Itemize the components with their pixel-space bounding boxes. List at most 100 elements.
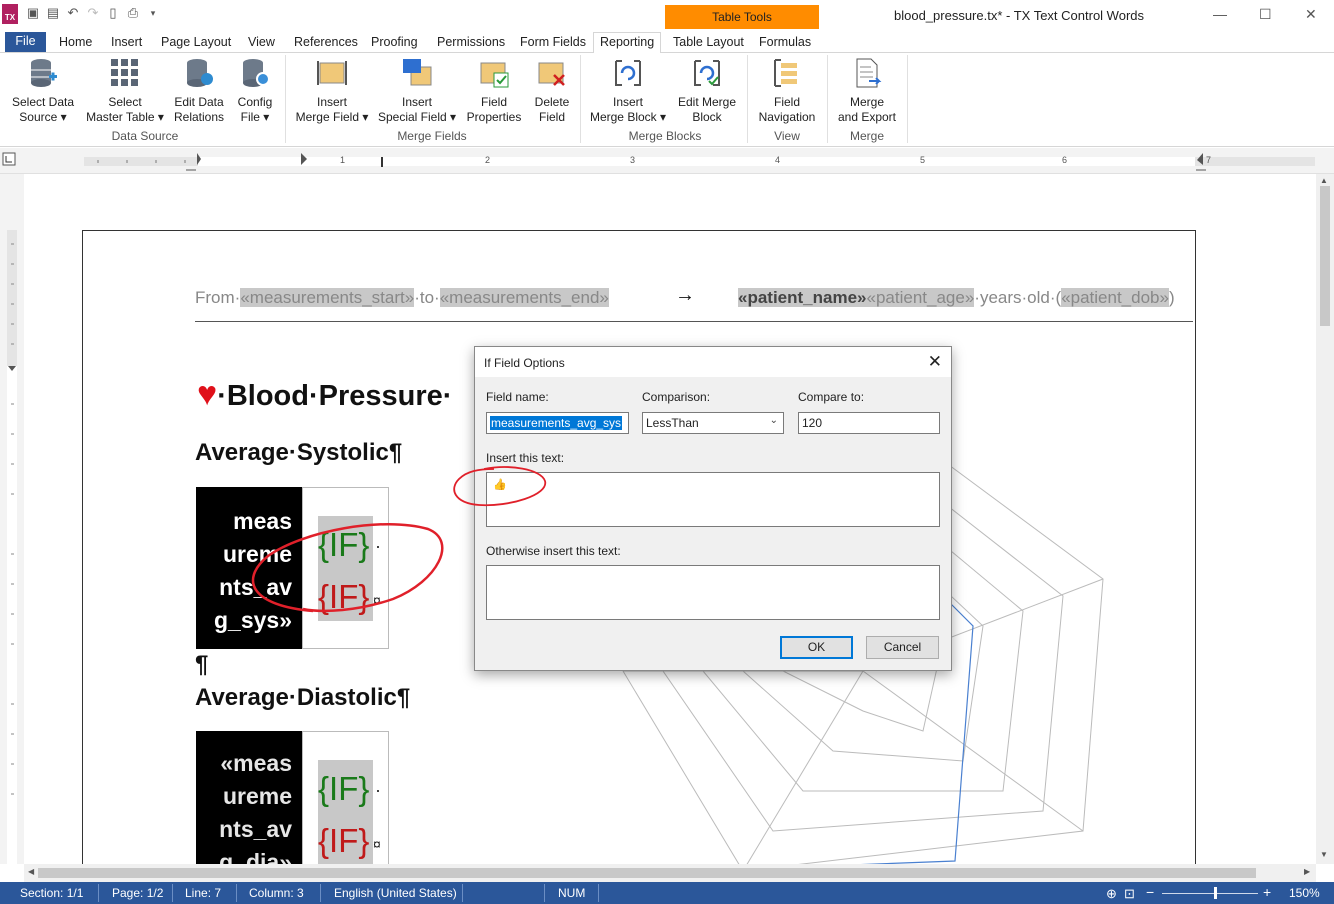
select-data-source-label-1: Select Data	[11, 95, 75, 109]
zoom-out-icon[interactable]: −	[1146, 884, 1154, 900]
select-data-source-button[interactable]: Select Data Source ▾	[10, 57, 76, 125]
status-separator	[462, 884, 463, 902]
group-separator	[285, 55, 286, 143]
maximize-icon[interactable]: ☐	[1259, 6, 1272, 23]
merge-field-patient-dob[interactable]: «patient_dob»	[1061, 288, 1169, 307]
delete-field-label-2: Field	[538, 110, 565, 124]
print-icon[interactable]: ⎙	[126, 6, 140, 20]
tab-view[interactable]: View	[242, 33, 281, 53]
ruler-number: 4	[775, 155, 780, 165]
zoom-slider-thumb[interactable]	[1214, 887, 1217, 899]
status-column[interactable]: Column: 3	[249, 886, 304, 900]
group-data-source-label: Data Source	[111, 129, 179, 143]
scroll-down-icon[interactable]: ▼	[1320, 850, 1328, 859]
customize-toolbar-icon[interactable]: ▾	[146, 6, 160, 20]
comparison-select[interactable]: LessThan ⌄	[642, 412, 784, 434]
field-navigation-button[interactable]: Field Navigation	[754, 57, 820, 125]
merge-field-measurements-start[interactable]: «measurements_start»	[240, 288, 415, 307]
merge-and-export-button[interactable]: Merge and Export	[834, 57, 900, 125]
title-bar: TX ▣ ▤ ↶ ↷ ▯ ⎙ ▾ Table Tools blood_press…	[0, 0, 1334, 30]
insert-special-field-button[interactable]: Insert Special Field ▾	[376, 57, 458, 125]
delete-field-button[interactable]: Delete Field	[530, 57, 574, 125]
from-label: From·	[195, 288, 241, 307]
annotation-circle	[453, 466, 546, 507]
tab-home[interactable]: Home	[53, 33, 98, 53]
select-master-table-button[interactable]: Select Master Table ▾	[84, 57, 166, 125]
status-line[interactable]: Line: 7	[185, 886, 221, 900]
horizontal-scroll-thumb[interactable]	[38, 868, 1256, 878]
group-separator	[827, 55, 828, 143]
merge-field-patient-age[interactable]: «patient_age»	[866, 288, 975, 307]
app-icon[interactable]: TX	[2, 4, 18, 24]
status-separator	[236, 884, 237, 902]
vertical-ruler[interactable]	[0, 174, 24, 864]
grid-icon	[109, 57, 141, 89]
zoom-slider-track[interactable]	[1162, 893, 1258, 894]
zoom-level[interactable]: 150%	[1289, 886, 1320, 900]
vertical-scrollbar[interactable]: ▲ ▼	[1316, 174, 1334, 864]
close-window-icon[interactable]: ✕	[1305, 6, 1317, 23]
field-line: g_dia»	[219, 849, 292, 864]
redo-icon[interactable]: ↷	[86, 6, 100, 20]
config-file-button[interactable]: Config File ▾	[232, 57, 278, 125]
window-title: blood_pressure.tx* - TX Text Control Wor…	[894, 8, 1145, 23]
tab-formulas[interactable]: Formulas	[753, 33, 817, 53]
status-language[interactable]: English (United States)	[334, 886, 457, 900]
fit-page-icon[interactable]: ⊕	[1106, 886, 1117, 902]
document-title: ♥·Blood·Pressure·	[197, 375, 452, 414]
if-field-false[interactable]: {IF}	[318, 822, 369, 860]
scroll-up-icon[interactable]: ▲	[1320, 176, 1328, 185]
minimize-icon[interactable]: —	[1213, 6, 1227, 22]
zoom-in-icon[interactable]: +	[1263, 884, 1271, 900]
merge-block-icon	[612, 57, 644, 89]
vertical-scroll-thumb[interactable]	[1320, 186, 1330, 326]
merge-field-measurements-end[interactable]: «measurements_end»	[439, 288, 609, 307]
tab-reporting[interactable]: Reporting	[593, 32, 662, 54]
field-name-value: measurements_avg_sys	[490, 416, 623, 430]
open-icon[interactable]: ▤	[46, 6, 60, 20]
tab-proofing[interactable]: Proofing	[365, 33, 424, 53]
otherwise-text-area[interactable]	[486, 565, 940, 620]
field-name-input[interactable]: measurements_avg_sys	[486, 412, 629, 434]
horizontal-ruler[interactable]: 1 2 3 4 5 6 7	[0, 148, 1334, 174]
tab-insert[interactable]: Insert	[105, 33, 148, 53]
status-section[interactable]: Section: 1/1	[20, 886, 83, 900]
tab-file[interactable]: File	[5, 32, 46, 52]
status-page[interactable]: Page: 1/2	[112, 886, 163, 900]
merge-field-patient-name[interactable]: «patient_name»	[738, 288, 867, 307]
insert-merge-block-button[interactable]: Insert Merge Block ▾	[588, 57, 668, 125]
if-field-true[interactable]: {IF}	[318, 770, 369, 808]
horizontal-scrollbar[interactable]: ◀ ▶	[24, 864, 1316, 882]
to-label: ·to·	[414, 288, 440, 307]
edit-merge-block-button[interactable]: Edit Merge Block	[674, 57, 740, 125]
new-document-icon[interactable]: ▯	[106, 6, 120, 20]
diastolic-field-cell[interactable]: «meas ureme nts_av g_dia»	[196, 731, 302, 864]
space-marker: ·	[375, 780, 381, 800]
scroll-left-icon[interactable]: ◀	[28, 867, 34, 876]
special-field-icon	[401, 57, 433, 89]
tab-permissions[interactable]: Permissions	[431, 33, 511, 53]
diastolic-if-cell[interactable]: {IF} · {IF} ¤	[302, 731, 389, 864]
tab-page-layout[interactable]: Page Layout	[155, 33, 237, 53]
compare-to-input[interactable]: 120	[798, 412, 940, 434]
select-master-table-label-2: Master Table ▾	[86, 110, 164, 124]
edit-data-relations-button[interactable]: Edit Data Relations	[170, 57, 228, 125]
fit-width-icon[interactable]: ⊡	[1124, 886, 1135, 902]
compare-to-label: Compare to:	[798, 390, 865, 404]
scroll-right-icon[interactable]: ▶	[1304, 867, 1310, 876]
save-icon[interactable]: ▣	[26, 6, 40, 20]
field-line: «meas	[220, 750, 292, 776]
tab-references[interactable]: References	[288, 33, 364, 53]
tab-form-fields[interactable]: Form Fields	[514, 33, 592, 53]
insert-merge-field-button[interactable]: Insert Merge Field ▾	[294, 57, 370, 125]
dialog-close-icon[interactable]: ✕	[928, 352, 942, 372]
dialog-title-bar[interactable]: If Field Options ✕	[475, 347, 951, 377]
database-icon	[27, 57, 59, 89]
ok-button[interactable]: OK	[780, 636, 853, 659]
tab-table-layout[interactable]: Table Layout	[667, 33, 750, 53]
undo-icon[interactable]: ↶	[66, 6, 80, 20]
cancel-button[interactable]: Cancel	[866, 636, 939, 659]
diastolic-heading: Average·Diastolic¶	[195, 684, 411, 711]
status-separator	[172, 884, 173, 902]
field-properties-button[interactable]: Field Properties	[464, 57, 524, 125]
